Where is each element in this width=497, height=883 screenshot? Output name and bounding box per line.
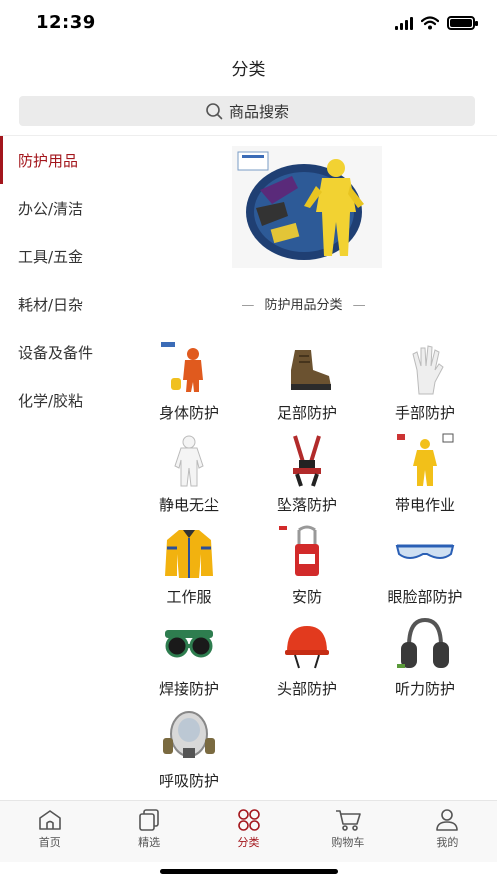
sidebar-item-tools[interactable]: 工具/五金: [0, 232, 110, 280]
sidebar-item-label: 防护用品: [18, 151, 79, 170]
sidebar-item-consumables[interactable]: 耗材/日杂: [0, 280, 110, 328]
cleanroom-suit-image: [174, 435, 204, 487]
live-work-suit-image: [397, 433, 454, 486]
sidebar-item-protective[interactable]: 防护用品: [0, 136, 110, 184]
category-security[interactable]: 安防: [248, 520, 366, 612]
welding-goggles-image: [165, 630, 213, 658]
grid-circles-icon: [237, 809, 260, 831]
search-icon: [206, 103, 223, 120]
category-welding-protection[interactable]: 焊接防护: [130, 612, 248, 704]
glove-image: [412, 345, 444, 395]
section-title-text: 防护用品分类: [264, 298, 343, 313]
sidebar-item-office[interactable]: 办公/清洁: [0, 184, 110, 232]
sidebar-item-equipment[interactable]: 设备及备件: [0, 328, 110, 376]
copy-icon: [139, 809, 159, 831]
category-sidebar: 防护用品 办公/清洁 工具/五金 耗材/日杂 设备及备件 化学/胶粘: [0, 136, 110, 800]
tab-home[interactable]: 首页: [0, 801, 99, 862]
category-body-protection[interactable]: 身体防护: [130, 336, 248, 428]
bottom-tab-bar: 首页 精选 分类 购物车 我的: [0, 800, 497, 862]
category-label: 足部防护: [276, 404, 337, 422]
category-live-work[interactable]: 带电作业: [366, 428, 484, 520]
body-suit-image: [161, 342, 203, 392]
cart-icon: [335, 810, 361, 831]
category-label: 呼吸防护: [158, 772, 219, 790]
category-label: 坠落防护: [276, 496, 337, 514]
category-eye-face-protection[interactable]: 眼脸部防护: [366, 520, 484, 612]
category-label: 静电无尘: [158, 496, 219, 514]
sidebar-item-label: 化学/胶粘: [18, 391, 84, 410]
tab-label: 精选: [138, 836, 161, 849]
tab-label: 我的: [436, 836, 459, 849]
category-respiratory-protection[interactable]: 呼吸防护: [130, 704, 248, 796]
harness-image: [293, 435, 321, 487]
status-bar: 12:39: [0, 0, 497, 46]
tab-profile[interactable]: 我的: [398, 801, 497, 862]
category-label: 手部防护: [394, 404, 455, 422]
jacket-image: [165, 530, 213, 578]
category-banner-image[interactable]: [232, 146, 382, 268]
tab-cart[interactable]: 购物车: [298, 801, 397, 862]
category-hand-protection[interactable]: 手部防护: [366, 336, 484, 428]
tab-category[interactable]: 分类: [199, 801, 298, 862]
category-antistatic[interactable]: 静电无尘: [130, 428, 248, 520]
tab-label: 购物车: [331, 836, 365, 849]
search-input[interactable]: 商品搜索: [19, 96, 475, 126]
status-time: 12:39: [36, 12, 96, 33]
battery-icon: [447, 16, 478, 30]
category-hearing-protection[interactable]: 听力防护: [366, 612, 484, 704]
status-icons: [395, 14, 478, 32]
category-label: 眼脸部防护: [387, 588, 463, 606]
lockout-padlock-image: [279, 525, 319, 576]
sidebar-item-label: 耗材/日杂: [18, 295, 84, 314]
category-label: 安防: [291, 588, 322, 606]
sidebar-item-label: 设备及备件: [18, 343, 94, 362]
category-label: 焊接防护: [158, 680, 219, 698]
search-placeholder: 商品搜索: [228, 102, 289, 121]
category-content: — 防护用品分类 — 身体防护 足部防护 手部防护 静电无尘 坠落防护 带电作业…: [110, 136, 497, 800]
category-label: 工作服: [166, 588, 212, 606]
category-label: 听力防护: [394, 680, 455, 698]
category-label: 头部防护: [276, 680, 337, 698]
safety-boot-image: [291, 350, 331, 390]
respirator-image: [163, 711, 215, 758]
tab-label: 分类: [237, 836, 260, 849]
category-workwear[interactable]: 工作服: [130, 520, 248, 612]
tab-featured[interactable]: 精选: [99, 801, 198, 862]
sidebar-item-chemical[interactable]: 化学/胶粘: [0, 376, 110, 424]
section-dash-right: —: [352, 298, 366, 313]
signal-icon: [395, 16, 413, 30]
home-icon: [38, 810, 61, 830]
page-title: 分类: [231, 60, 266, 80]
wifi-icon: [421, 16, 439, 30]
tab-label: 首页: [38, 836, 61, 849]
category-foot-protection[interactable]: 足部防护: [248, 336, 366, 428]
category-label: 身体防护: [158, 404, 219, 422]
safety-glasses-image: [395, 544, 455, 559]
category-fall-protection[interactable]: 坠落防护: [248, 428, 366, 520]
home-indicator[interactable]: [160, 869, 338, 874]
section-title: — 防护用品分类 —: [110, 294, 497, 313]
helmet-image: [285, 626, 329, 669]
section-dash-left: —: [241, 298, 255, 313]
category-label: 带电作业: [394, 496, 455, 514]
sidebar-item-label: 工具/五金: [18, 247, 84, 266]
category-head-protection[interactable]: 头部防护: [248, 612, 366, 704]
sidebar-item-label: 办公/清洁: [18, 199, 84, 218]
earmuffs-image: [397, 617, 449, 668]
user-icon: [436, 809, 459, 831]
